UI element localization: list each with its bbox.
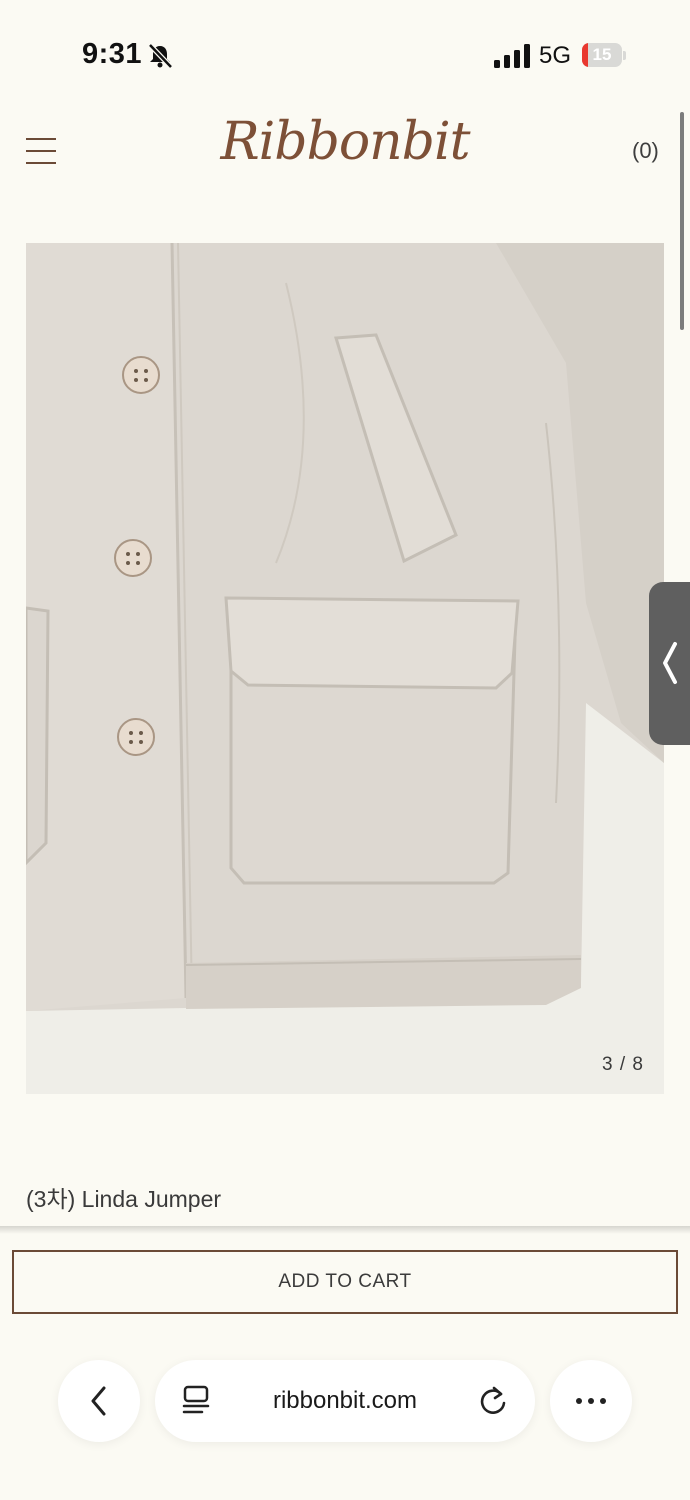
brand-logo[interactable]: Ribbonbit (190, 112, 500, 172)
reload-icon[interactable] (477, 1384, 509, 1418)
product-name: (3차) Linda Jumper (26, 1186, 222, 1212)
status-bar: 9:31 5G 15 (0, 0, 690, 110)
signal-icon (494, 44, 530, 68)
browser-back-button[interactable] (58, 1360, 140, 1442)
more-dots-icon (576, 1398, 606, 1404)
scroll-indicator (680, 112, 684, 330)
status-time: 9:31 (82, 38, 143, 70)
url-bar[interactable]: ribbonbit.com (155, 1360, 535, 1442)
chevron-left-icon (663, 642, 677, 684)
cart-button[interactable]: (0) (632, 138, 659, 164)
network-label: 5G (539, 42, 572, 69)
divider (0, 1226, 690, 1234)
battery-level: 15 (592, 45, 612, 64)
more-options-button[interactable] (550, 1360, 632, 1442)
side-tab-button[interactable] (649, 582, 690, 745)
page: 9:31 5G 15 Ribbonbit (0) 3 / 8 (3차) Lind… (0, 0, 690, 1500)
bell-slash-icon (146, 42, 174, 70)
chevron-left-icon (91, 1386, 106, 1416)
add-to-cart-button[interactable]: ADD TO CART (12, 1250, 678, 1314)
product-image[interactable]: 3 / 8 (26, 243, 664, 1094)
hamburger-menu-icon[interactable] (26, 138, 56, 164)
battery-icon: 15 (582, 43, 626, 69)
image-counter: 3 / 8 (602, 1054, 644, 1075)
